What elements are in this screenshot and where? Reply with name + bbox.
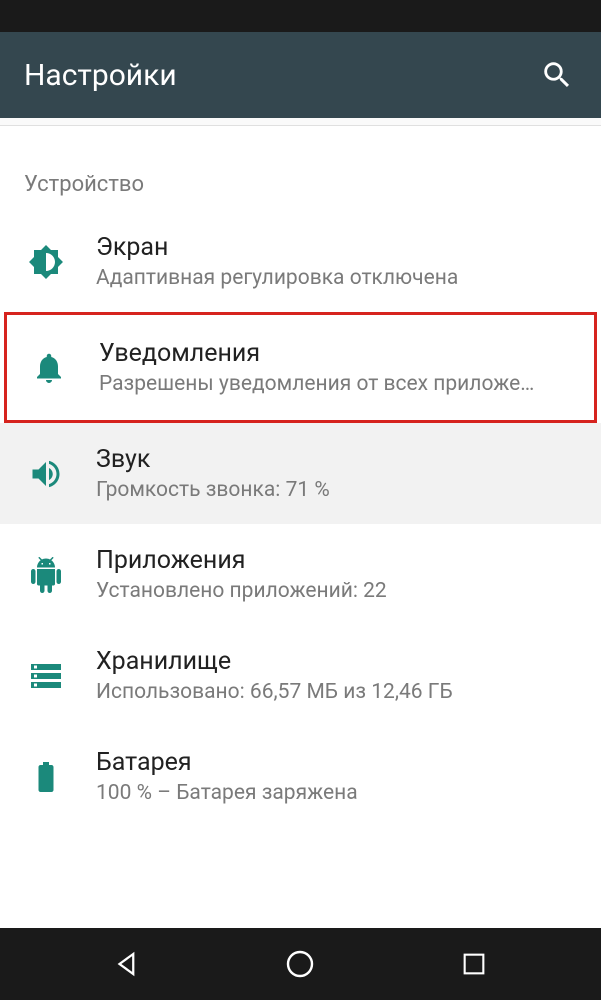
item-title: Звук	[96, 445, 581, 474]
app-bar: Настройки	[0, 32, 601, 118]
settings-item-apps[interactable]: Приложения Установлено приложений: 22	[0, 524, 601, 625]
page-title: Настройки	[24, 58, 177, 93]
volume-icon	[28, 456, 64, 492]
storage-icon	[28, 658, 64, 694]
bell-icon	[31, 350, 67, 386]
search-icon	[540, 58, 574, 92]
nav-recent-button[interactable]	[452, 942, 496, 986]
item-title: Экран	[96, 233, 581, 262]
android-icon	[28, 557, 64, 593]
nav-back-button[interactable]	[105, 942, 149, 986]
navigation-bar	[0, 928, 601, 1000]
item-subtitle: Адаптивная регулировка отключена	[96, 266, 581, 290]
item-subtitle: Использовано: 66,57 МБ из 12,46 ГБ	[96, 680, 581, 704]
triangle-back-icon	[112, 949, 142, 979]
settings-list: Устройство Экран Адаптивная регулировка …	[0, 126, 601, 827]
item-title: Уведомления	[99, 339, 578, 368]
item-title: Хранилище	[96, 647, 581, 676]
settings-item-storage[interactable]: Хранилище Использовано: 66,57 МБ из 12,4…	[0, 625, 601, 726]
brightness-icon	[28, 244, 64, 280]
settings-item-display[interactable]: Экран Адаптивная регулировка отключена	[0, 211, 601, 312]
spacer	[0, 126, 601, 154]
item-title: Приложения	[96, 546, 581, 575]
status-bar	[0, 0, 601, 32]
item-subtitle: Установлено приложений: 22	[96, 579, 581, 603]
divider	[0, 118, 601, 126]
settings-item-battery[interactable]: Батарея 100 % – Батарея заряжена	[0, 726, 601, 827]
search-button[interactable]	[537, 55, 577, 95]
item-subtitle: Громкость звонка: 71 %	[96, 478, 581, 502]
item-title: Батарея	[96, 748, 581, 777]
item-subtitle: Разрешены уведомления от всех приложе…	[99, 372, 578, 396]
section-header-device: Устройство	[0, 154, 601, 211]
item-subtitle: 100 % – Батарея заряжена	[96, 781, 581, 805]
square-recent-icon	[460, 950, 488, 978]
settings-item-sound[interactable]: Звук Громкость звонка: 71 %	[0, 423, 601, 524]
settings-item-notifications[interactable]: Уведомления Разрешены уведомления от все…	[4, 312, 597, 423]
circle-home-icon	[284, 948, 316, 980]
battery-icon	[28, 759, 64, 795]
nav-home-button[interactable]	[278, 942, 322, 986]
